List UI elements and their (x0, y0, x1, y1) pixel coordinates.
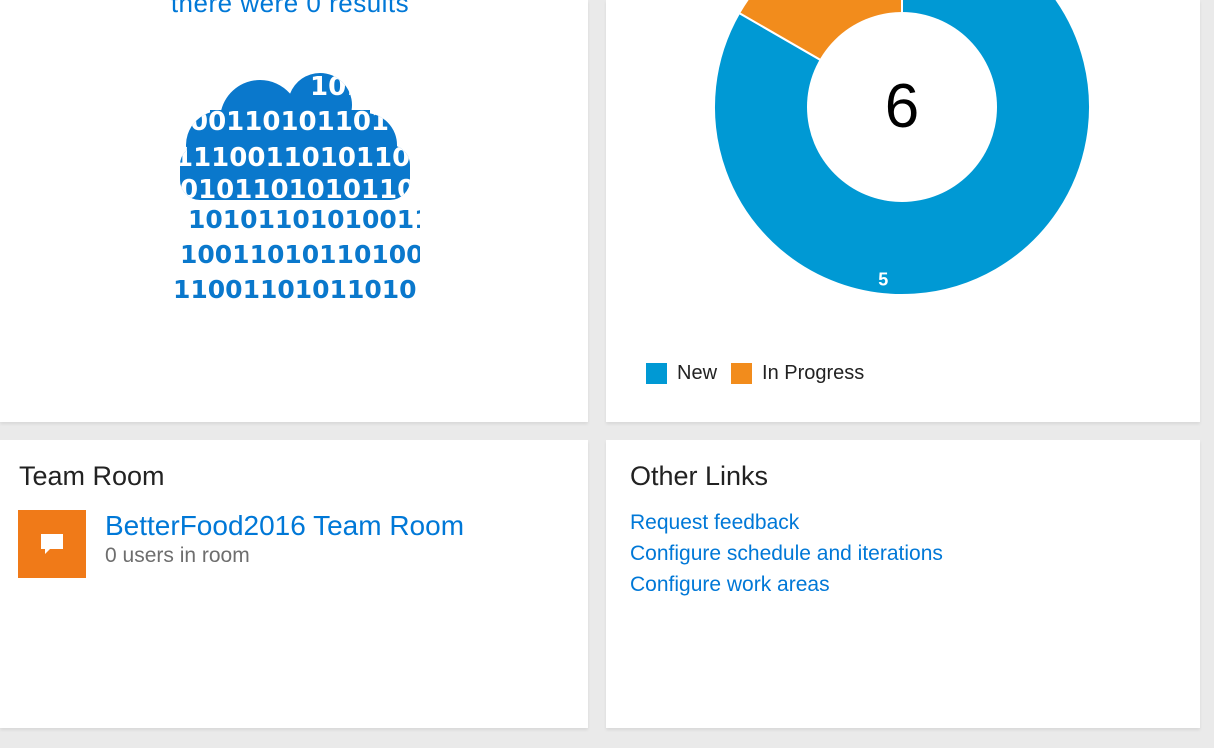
room-users-count: 0 users in room (105, 544, 250, 567)
other-links-title: Other Links (630, 461, 769, 491)
team-room-title: Team Room (19, 461, 165, 491)
legend-item-new[interactable]: New (646, 362, 717, 385)
legend-swatch-new (646, 363, 667, 384)
donut-chart[interactable]: 6 5 (606, 0, 1200, 330)
chart-total: 6 (885, 72, 919, 141)
binary-cloud-icon: 10100 001101011010 11100110101101010 010… (173, 72, 420, 304)
slice-data-label: 5 (878, 270, 888, 290)
work-item-chart-widget[interactable]: 6 5 New In Progress (606, 0, 1200, 422)
binary-row: 10100 (310, 72, 400, 102)
no-results-message: there were 0 results (170, 0, 410, 18)
legend-swatch-in-progress (731, 363, 753, 384)
team-room-widget: Team Room BetterFood2016 Team Room 0 use… (0, 440, 588, 728)
binary-row: 11100110101101010 (175, 143, 420, 173)
legend-label-in-progress: In Progress (762, 362, 865, 384)
chat-bubble-glyph (41, 534, 63, 554)
binary-row: 10011010110100 (180, 240, 420, 269)
team-room-link[interactable]: BetterFood2016 Team Room (105, 510, 464, 542)
legend-item-in-progress[interactable]: In Progress (731, 362, 864, 385)
configure-schedule-link[interactable]: Configure schedule and iterations (630, 541, 943, 572)
other-links-widget: Other Links Request feedback Configure s… (606, 440, 1200, 728)
request-feedback-link[interactable]: Request feedback (630, 510, 943, 541)
query-results-widget: there were 0 results 10100 001101011010 … (0, 0, 588, 422)
binary-row: 0101101010110101 (180, 175, 420, 205)
binary-row: 11001101011010 (173, 275, 417, 304)
other-links-list: Request feedback Configure schedule and … (630, 510, 943, 603)
chart-legend: New In Progress (646, 362, 878, 385)
binary-row: 001101011010 (190, 107, 407, 137)
legend-label-new: New (677, 362, 718, 384)
binary-row: 10101101010011 (188, 205, 420, 234)
chat-bubble-icon[interactable] (18, 510, 86, 578)
configure-work-areas-link[interactable]: Configure work areas (630, 572, 943, 603)
